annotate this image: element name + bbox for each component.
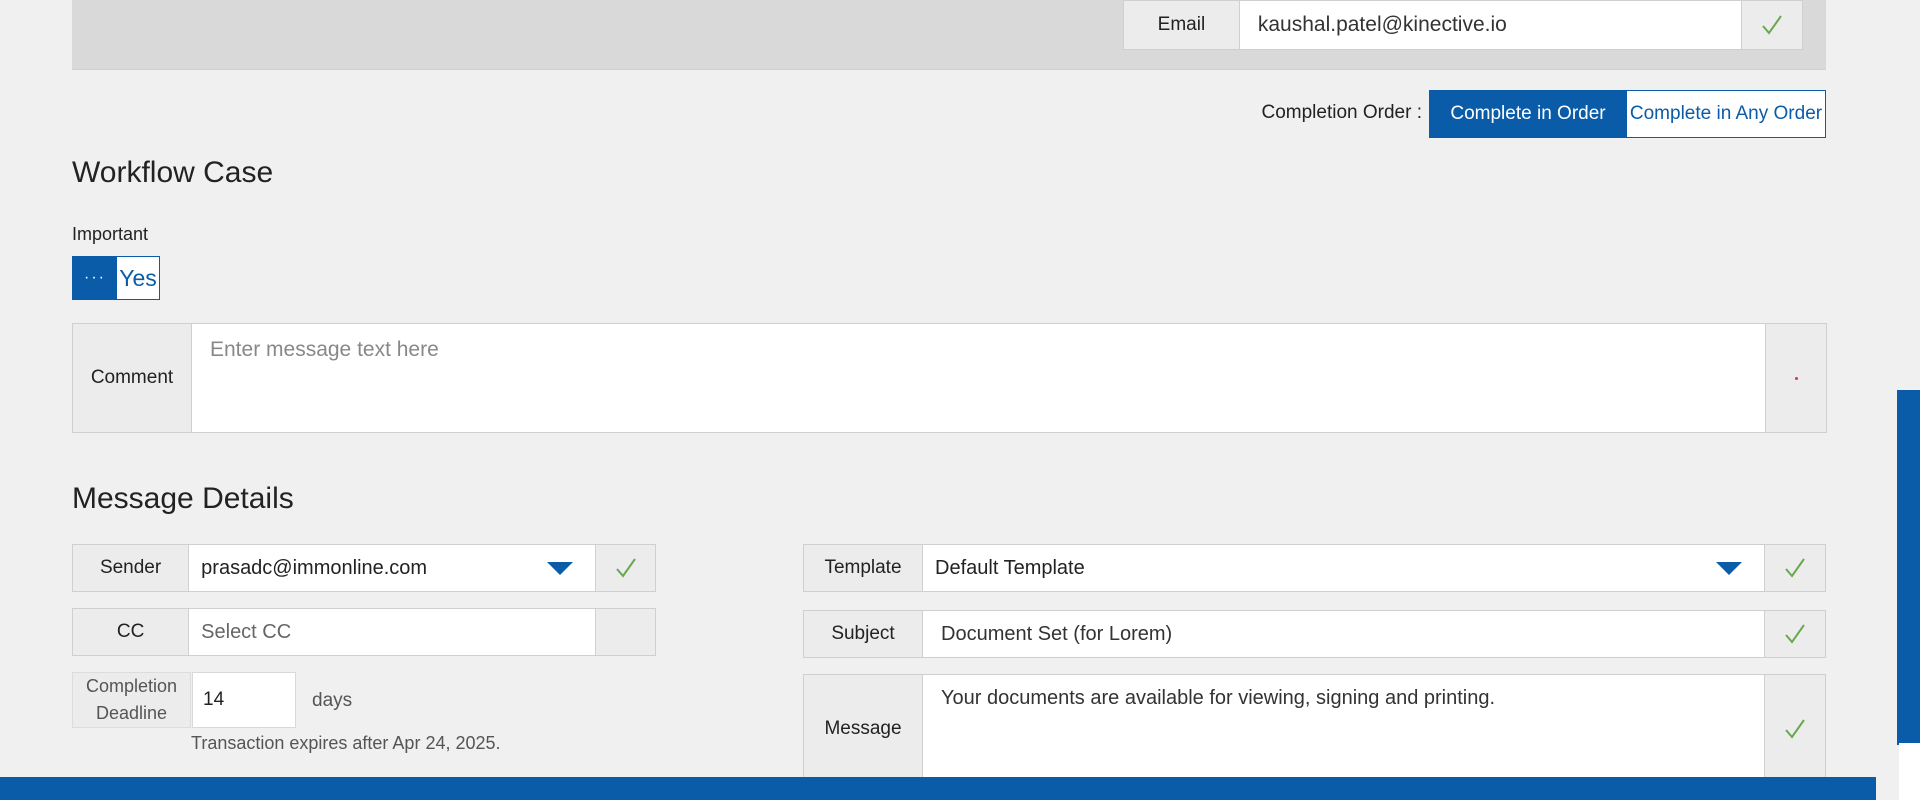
template-select[interactable]: Default Template <box>923 545 1764 591</box>
check-icon <box>1740 1 1802 49</box>
comment-row: Comment Enter message text here <box>72 323 1827 433</box>
template-value: Default Template <box>935 556 1085 579</box>
important-label: Important <box>72 224 149 244</box>
subject-input[interactable]: Document Set (for Lorem) <box>923 611 1764 657</box>
cc-input[interactable]: Select CC <box>189 609 596 655</box>
cc-label: CC <box>73 609 190 655</box>
cc-row: CC Select CC <box>72 608 656 656</box>
scrollbar-end <box>1899 743 1920 800</box>
message-label: Message <box>804 675 923 783</box>
completion-order-toggle: Complete in Order Complete in Any Order <box>1429 90 1826 138</box>
completion-order-label: Completion Order : <box>1261 102 1422 123</box>
email-field[interactable]: kaushal.patel@kinective.io <box>1239 1 1741 49</box>
important-toggle-yes[interactable]: Yes <box>117 257 159 299</box>
scrollbar-thumb[interactable] <box>1897 390 1920 745</box>
important-toggle[interactable]: ··· Yes <box>72 256 160 300</box>
sender-label: Sender <box>73 545 190 591</box>
check-icon <box>1764 611 1825 657</box>
sender-value: prasadc@immonline.com <box>201 556 428 579</box>
days-unit-label: days <box>312 690 353 711</box>
email-label: Email <box>1124 1 1240 49</box>
sender-row: Sender prasadc@immonline.com <box>72 544 656 592</box>
check-icon <box>1764 545 1825 591</box>
completion-deadline-label: Completion Deadline <box>72 672 191 728</box>
template-label: Template <box>804 545 923 591</box>
comment-input[interactable]: Enter message text here <box>192 324 1765 432</box>
chevron-down-icon[interactable] <box>547 561 574 575</box>
complete-in-any-order-button[interactable]: Complete in Any Order <box>1626 91 1825 137</box>
cc-status <box>595 609 655 655</box>
email-row: Email kaushal.patel@kinective.io <box>1123 0 1803 50</box>
footer-bar <box>0 777 1876 800</box>
deadline-days-input[interactable]: 14 <box>192 672 296 728</box>
expiry-note: Transaction expires after Apr 24, 2025. <box>191 733 501 753</box>
required-indicator <box>1765 324 1826 432</box>
message-row: Message Your documents are available for… <box>803 674 1826 784</box>
complete-in-order-button[interactable]: Complete in Order <box>1430 91 1626 137</box>
message-textarea[interactable]: Your documents are available for viewing… <box>923 675 1764 783</box>
important-toggle-off[interactable]: ··· <box>73 257 117 299</box>
subject-label: Subject <box>804 611 923 657</box>
subject-row: Subject Document Set (for Lorem) <box>803 610 1826 658</box>
check-icon <box>1764 675 1825 783</box>
required-dot-icon <box>1794 376 1798 380</box>
template-row: Template Default Template <box>803 544 1826 592</box>
chevron-down-icon[interactable] <box>1716 561 1742 575</box>
sender-select[interactable]: prasadc@immonline.com <box>189 545 596 591</box>
comment-label: Comment <box>73 324 192 432</box>
check-icon <box>595 545 655 591</box>
workflow-case-title: Workflow Case <box>72 156 274 189</box>
message-details-title: Message Details <box>72 482 294 515</box>
